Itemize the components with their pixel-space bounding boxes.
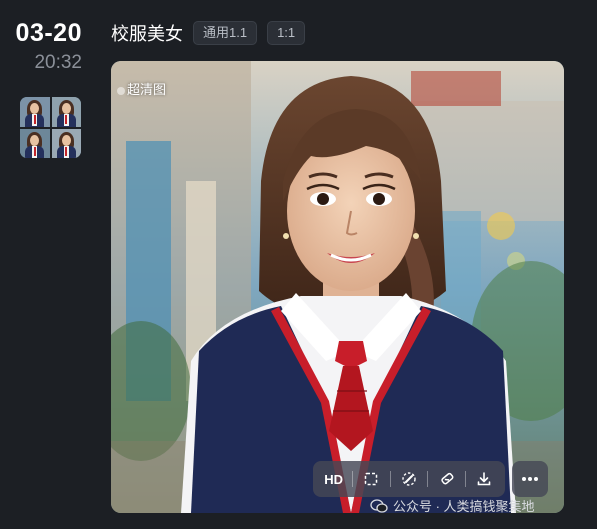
more-icon	[522, 477, 538, 481]
more-options-button[interactable]	[512, 461, 548, 497]
portrait-illustration	[111, 61, 564, 513]
eraser-icon	[440, 472, 454, 485]
prompt-title: 校服美女	[111, 24, 183, 44]
toolbar-divider	[389, 471, 391, 487]
thumbnail-3[interactable]	[20, 128, 50, 158]
toolbar-divider	[427, 471, 429, 487]
image-toolbar: HD	[313, 461, 505, 497]
date-label: 03-20	[15, 19, 82, 47]
ratio-tag: 1:1	[267, 21, 306, 45]
thumbnail-2[interactable]	[51, 97, 81, 127]
toolbar-divider	[464, 471, 466, 487]
toolbar-divider	[351, 471, 353, 487]
generated-image[interactable]: 超清图 HD	[111, 61, 564, 513]
model-tag: 通用1.1	[193, 21, 258, 45]
crop-button[interactable]	[356, 465, 386, 493]
watermark: 公众号 · 人类搞钱聚集地	[370, 496, 535, 515]
quality-dot-icon	[117, 86, 125, 95]
brush-button[interactable]	[394, 465, 424, 493]
result-header: 校服美女 通用1.1 1:1	[111, 20, 306, 46]
download-icon	[477, 472, 491, 486]
brush-icon	[402, 472, 416, 486]
time-label: 20:32	[34, 52, 82, 73]
thumbnail-1[interactable]	[20, 97, 50, 127]
watermark-text: 公众号 · 人类搞钱聚集地	[393, 499, 535, 514]
hd-button[interactable]: HD	[319, 465, 349, 493]
message-date: 03-20 20:32	[0, 18, 92, 76]
quality-badge: 超清图	[117, 79, 166, 98]
eraser-button[interactable]	[432, 465, 462, 493]
thumbnail-grid[interactable]	[20, 97, 81, 158]
wechat-icon	[370, 498, 388, 513]
download-button[interactable]	[469, 465, 499, 493]
crop-icon	[365, 472, 378, 486]
thumbnail-4[interactable]	[51, 128, 81, 158]
